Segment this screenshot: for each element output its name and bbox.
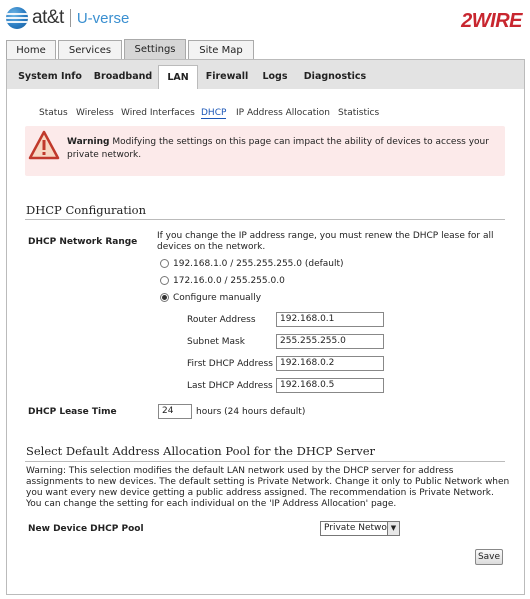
lan-menu-dhcp[interactable]: DHCP (201, 108, 227, 119)
lan-menu-ip-address-allocation[interactable]: IP Address Allocation (236, 108, 330, 118)
subtab-broadband[interactable]: Broadband (90, 66, 156, 88)
chevron-down-icon[interactable]: ▼ (387, 522, 399, 535)
router-address-input[interactable]: 192.168.0.1 (276, 312, 384, 327)
warning-title: Warning (67, 137, 110, 147)
tab-services[interactable]: Services (58, 40, 122, 59)
lease-time-note: hours (24 hours default) (196, 407, 306, 417)
logo-divider (69, 9, 71, 27)
dhcp-pool-selected-value: Private Network (324, 523, 396, 533)
subtab-logs[interactable]: Logs (256, 66, 294, 88)
tab-home[interactable]: Home (6, 40, 56, 59)
first-dhcp-address-label: First DHCP Address (187, 359, 273, 369)
section-divider (25, 461, 505, 462)
warning-message: Warning Modifying the settings on this p… (67, 136, 497, 162)
new-device-dhcp-pool-label: New Device DHCP Pool (28, 524, 144, 534)
radio-172-range[interactable] (160, 276, 169, 285)
product-name: U-verse (76, 9, 130, 27)
subtab-system-info[interactable]: System Info (14, 66, 86, 88)
pool-warning-text: Warning: This selection modifies the def… (26, 466, 510, 509)
lan-menu-wireless[interactable]: Wireless (76, 108, 114, 118)
att-uverse-logo: at&t U-verse (6, 6, 129, 30)
tab-settings[interactable]: Settings (124, 39, 186, 60)
radio-default-range[interactable] (160, 259, 169, 268)
subtab-firewall[interactable]: Firewall (202, 66, 252, 88)
lan-menu-statistics[interactable]: Statistics (338, 108, 379, 118)
subnet-mask-input[interactable]: 255.255.255.0 (276, 334, 384, 349)
radio-configure-manually[interactable] (160, 293, 169, 302)
warning-icon (28, 130, 60, 160)
address-pool-title: Select Default Address Allocation Pool f… (26, 444, 376, 458)
dhcp-pool-select[interactable]: Private Network ▼ (320, 521, 400, 536)
dhcp-configuration-title: DHCP Configuration (26, 203, 146, 217)
option-172-range-label: 172.16.0.0 / 255.255.0.0 (173, 276, 285, 286)
dhcp-lease-time-input[interactable]: 24 (158, 404, 192, 419)
subnet-mask-label: Subnet Mask (187, 337, 245, 347)
dhcp-range-note: If you change the IP address range, you … (157, 231, 494, 252)
last-dhcp-address-input[interactable]: 192.168.0.5 (276, 378, 384, 393)
tab-site-map[interactable]: Site Map (188, 40, 254, 59)
brand-name: at&t (32, 7, 64, 28)
att-globe-icon (6, 7, 28, 29)
lan-menu-wired-interfaces[interactable]: Wired Interfaces (121, 108, 195, 118)
lan-menu-status[interactable]: Status (39, 108, 68, 118)
subtab-diagnostics[interactable]: Diagnostics (298, 66, 372, 88)
router-address-label: Router Address (187, 315, 256, 325)
warning-text: Modifying the settings on this page can … (67, 137, 489, 160)
option-default-range-label: 192.168.1.0 / 255.255.255.0 (default) (173, 259, 344, 269)
option-configure-manually-label: Configure manually (173, 293, 262, 303)
save-button[interactable]: Save (475, 549, 503, 565)
vendor-logo: 2WIRE (461, 10, 522, 32)
last-dhcp-address-label: Last DHCP Address (187, 381, 273, 391)
section-divider (25, 219, 505, 220)
dhcp-network-range-label: DHCP Network Range (28, 237, 138, 247)
subtab-lan[interactable]: LAN (158, 65, 198, 90)
first-dhcp-address-input[interactable]: 192.168.0.2 (276, 356, 384, 371)
dhcp-lease-time-label: DHCP Lease Time (28, 407, 117, 417)
